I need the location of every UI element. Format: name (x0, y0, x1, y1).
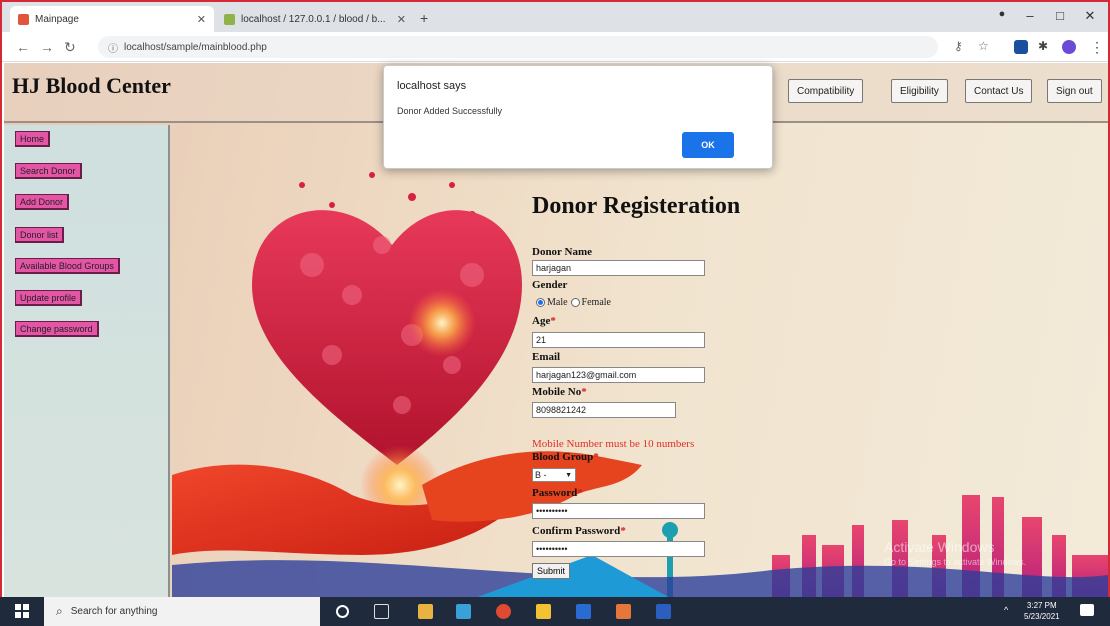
page-favicon-icon (18, 13, 29, 25)
age-label: Age* (532, 315, 556, 327)
sidebar-link-donor-list[interactable]: Donor list (15, 227, 65, 243)
tab-title: localhost / 127.0.0.1 / blood / b... (241, 13, 386, 25)
password-label: Password* (532, 487, 583, 499)
tab-bar: Mainpage ✕ localhost / 127.0.0.1 / blood… (2, 2, 1108, 32)
watermark-subtitle: Go to Settings to activate Windows. (884, 557, 1027, 567)
mobile-label: Mobile No* (532, 386, 587, 398)
donor-name-label: Donor Name (532, 246, 592, 258)
sidebar-link-search-donor[interactable]: Search Donor (15, 163, 82, 179)
clock-date: 5/23/2021 (1024, 612, 1060, 621)
extension-icon[interactable] (1014, 40, 1028, 54)
sign-out-button[interactable]: Sign out (1047, 79, 1102, 103)
taskbar-clock[interactable]: 3:27 PM 5/23/2021 (1024, 600, 1060, 622)
blood-group-label: Blood Group* (532, 451, 599, 463)
gender-female-radio[interactable] (570, 298, 580, 307)
reload-icon[interactable]: ↻ (64, 39, 76, 56)
sidebar-link-update-profile[interactable]: Update profile (15, 290, 83, 306)
gender-radio-group: Male Female (536, 297, 611, 308)
close-window-icon[interactable]: ✕ (1080, 8, 1100, 24)
xampp-icon[interactable] (536, 604, 551, 619)
app-icon[interactable] (616, 604, 631, 619)
alert-message: Donor Added Successfully (397, 106, 503, 116)
activate-windows-watermark: Activate Windows Go to Settings to activ… (884, 539, 1026, 567)
gender-female-label: Female (581, 297, 611, 308)
url-text: localhost/sample/mainblood.php (124, 41, 267, 53)
password-input[interactable] (532, 503, 705, 519)
windows-start-icon[interactable] (15, 604, 29, 618)
file-explorer-icon[interactable] (418, 604, 433, 619)
taskbar-search-placeholder: Search for anything (70, 606, 158, 617)
blood-group-value: B - (535, 470, 547, 480)
tab-title: Mainpage (35, 13, 79, 25)
back-arrow-icon[interactable]: ← (16, 39, 30, 55)
notifications-icon[interactable] (1080, 604, 1094, 616)
contact-us-button[interactable]: Contact Us (965, 79, 1033, 103)
word-icon[interactable] (656, 604, 671, 619)
compatibility-button[interactable]: Compatibility (788, 79, 864, 103)
close-tab-icon[interactable]: ✕ (197, 13, 206, 26)
email-label: Email (532, 351, 561, 363)
tab-mainpage[interactable]: Mainpage ✕ (10, 6, 214, 32)
gender-label: Gender (532, 279, 568, 291)
sidebar-link-available-blood-groups[interactable]: Available Blood Groups (15, 258, 120, 274)
email-input[interactable] (532, 367, 705, 383)
phpmyadmin-favicon-icon (224, 13, 235, 25)
gender-male-label: Male (547, 297, 568, 308)
tray-chevron-up-icon[interactable]: ^ (1004, 605, 1008, 615)
profile-dot-icon[interactable]: ● (992, 8, 1012, 20)
site-info-icon[interactable]: ⓘ (108, 40, 118, 55)
eligibility-button[interactable]: Eligibility (891, 79, 948, 103)
taskbar: ⌕ Search for anything ^ 3:27 PM 5/23/202… (0, 597, 1110, 626)
browser-window: Mainpage ✕ localhost / 127.0.0.1 / blood… (0, 0, 1110, 626)
forward-arrow-icon[interactable]: → (40, 39, 54, 55)
extensions-puzzle-icon[interactable]: ✱ (1038, 39, 1048, 53)
address-bar[interactable]: ⓘ localhost/sample/mainblood.php (98, 36, 938, 58)
sidebar-link-home[interactable]: Home (15, 131, 51, 147)
cortana-icon[interactable] (336, 605, 349, 618)
tab-phpmyadmin[interactable]: localhost / 127.0.0.1 / blood / b... ✕ (216, 6, 414, 32)
donor-name-input[interactable] (532, 260, 705, 276)
age-input[interactable] (532, 332, 705, 348)
browser-toolbar: ← → ↻ ⓘ localhost/sample/mainblood.php ⚷… (2, 32, 1108, 62)
profile-avatar-icon[interactable] (1062, 40, 1076, 54)
clock-time: 3:27 PM (1026, 601, 1057, 610)
confirm-password-label: Confirm Password* (532, 525, 626, 537)
alert-ok-button[interactable]: OK (682, 132, 734, 158)
sidebar-link-add-donor[interactable]: Add Donor (15, 194, 70, 210)
sidebar: Home Search Donor Add Donor Donor list A… (4, 125, 170, 599)
blood-group-select[interactable]: B - ▼ (532, 468, 576, 482)
chevron-down-icon: ▼ (565, 471, 572, 479)
chrome-icon[interactable] (496, 604, 511, 619)
mobile-error-message: Mobile Number must be 10 numbers (532, 438, 695, 450)
gender-male-radio[interactable] (536, 298, 545, 307)
alert-dialog: localhost says Donor Added Successfully … (383, 65, 773, 169)
teams-icon[interactable] (576, 604, 591, 619)
new-tab-plus-icon[interactable]: + (420, 10, 428, 26)
submit-button[interactable]: Submit (532, 563, 571, 579)
confirm-password-input[interactable] (532, 541, 705, 557)
close-tab-icon[interactable]: ✕ (397, 13, 406, 26)
task-view-icon[interactable] (374, 604, 389, 619)
site-title: HJ Blood Center (12, 73, 171, 98)
store-icon[interactable] (456, 604, 471, 619)
menu-kebab-icon[interactable]: ⋮ (1090, 39, 1104, 56)
mobile-input[interactable] (532, 402, 676, 418)
taskbar-search-box[interactable]: ⌕ Search for anything (44, 597, 320, 626)
minimize-icon[interactable]: – (1020, 8, 1040, 23)
search-icon: ⌕ (56, 604, 63, 618)
sidebar-link-change-password[interactable]: Change password (15, 321, 99, 337)
maximize-icon[interactable]: □ (1050, 8, 1070, 23)
key-icon[interactable]: ⚷ (954, 39, 963, 53)
alert-title: localhost says (397, 80, 467, 92)
form-title: Donor Registeration (532, 193, 741, 219)
bookmark-star-icon[interactable]: ☆ (978, 39, 989, 53)
watermark-title: Activate Windows (884, 539, 995, 555)
